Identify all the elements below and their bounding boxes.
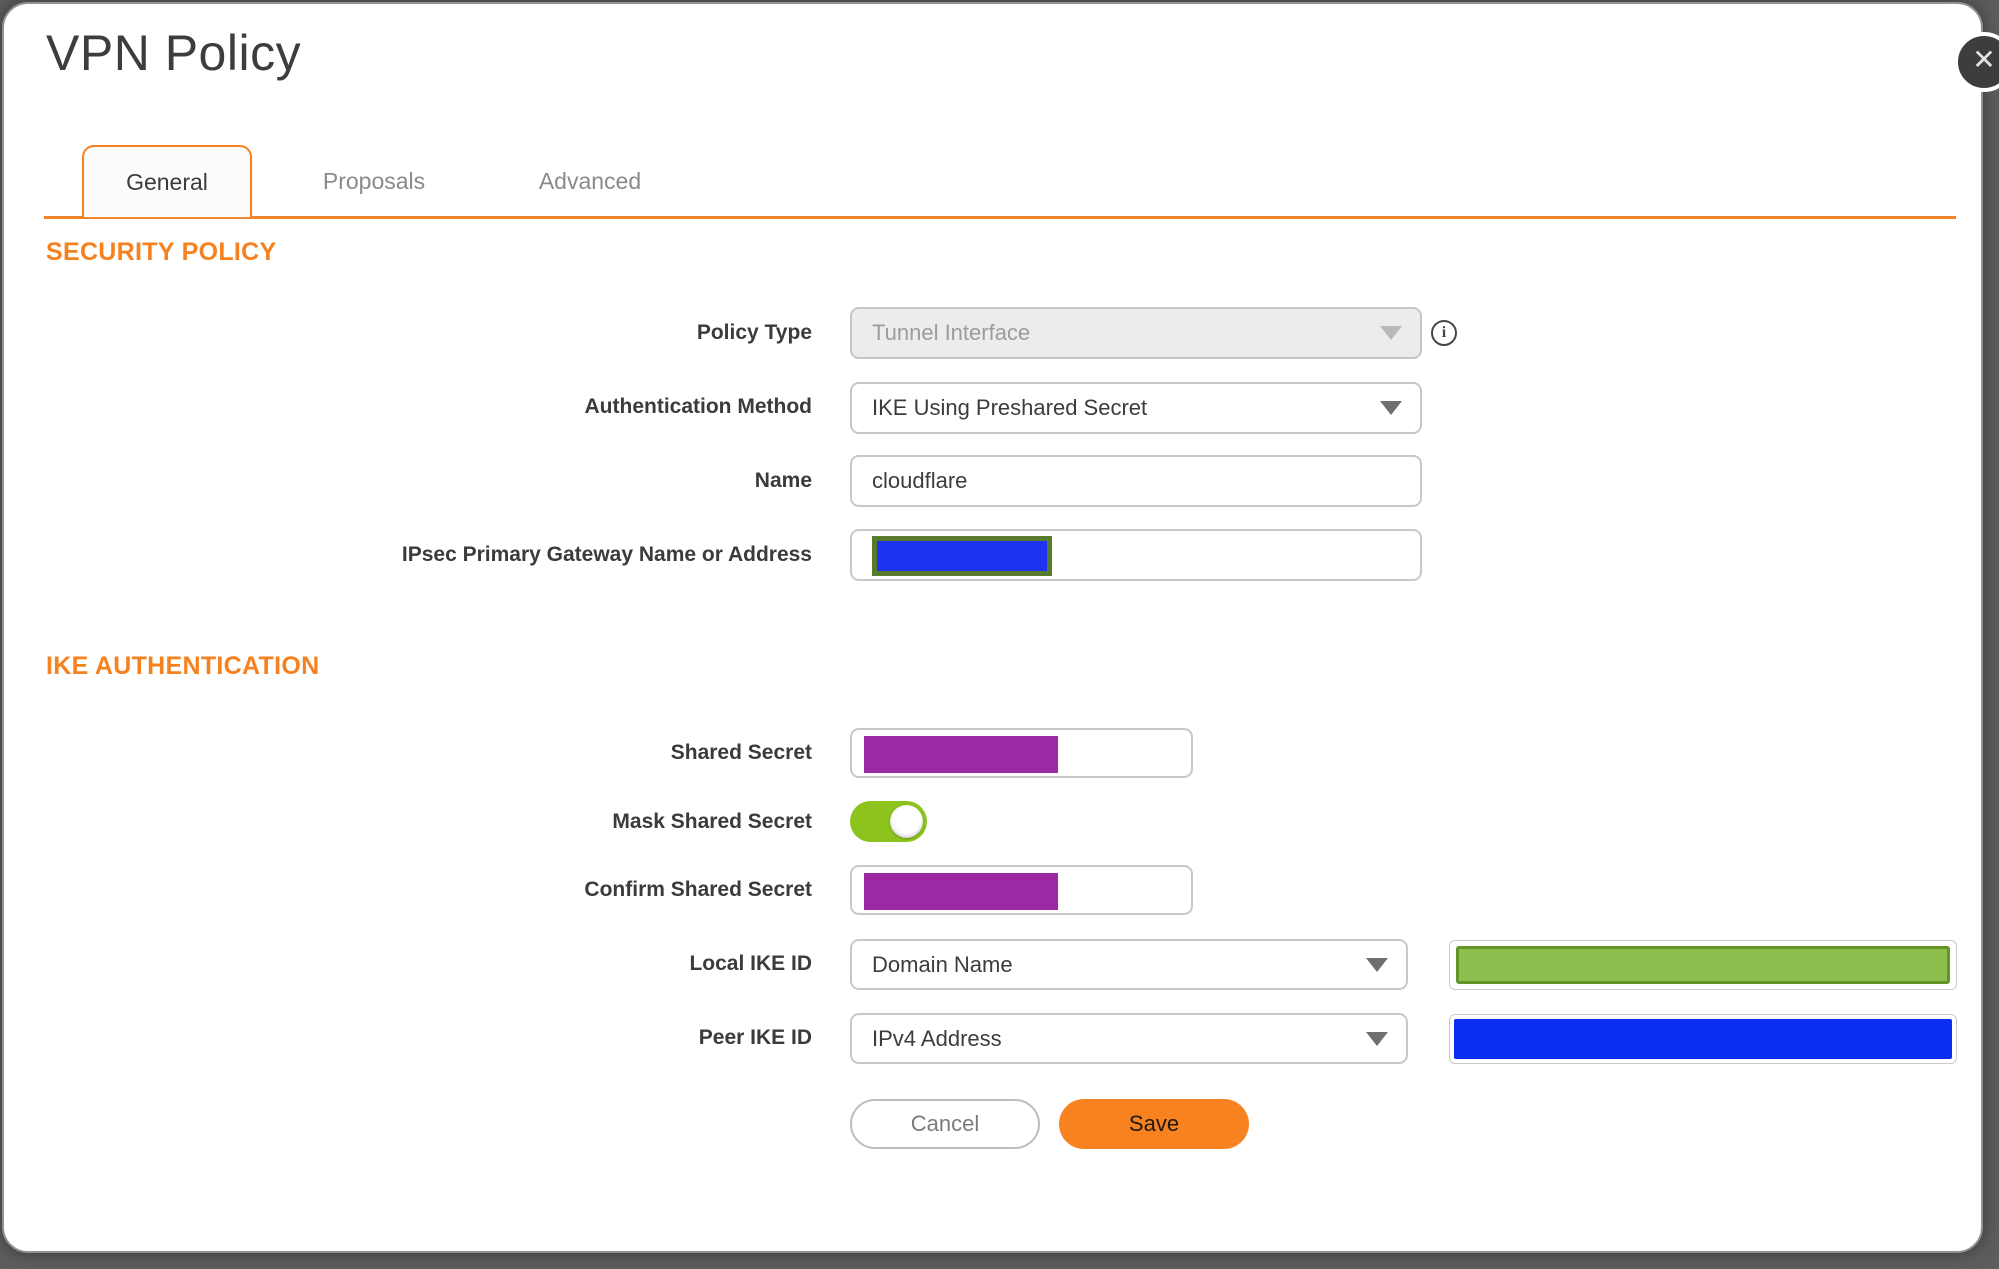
local-ike-id-value-field[interactable] [1449, 940, 1957, 990]
authentication-method-label: Authentication Method [584, 395, 812, 418]
authentication-method-select[interactable]: IKE Using Preshared Secret [850, 382, 1422, 434]
tab-proposals-label: Proposals [322, 167, 426, 194]
tab-advanced-label: Advanced [538, 167, 642, 194]
shared-secret-field[interactable] [850, 728, 1193, 778]
info-icon[interactable]: i [1431, 320, 1457, 346]
tab-advanced[interactable]: Advanced [520, 145, 660, 217]
name-value: cloudflare [872, 468, 968, 493]
local-ike-id-type-value: Domain Name [872, 951, 1013, 977]
confirm-shared-secret-field[interactable] [850, 865, 1193, 915]
gateway-label: IPsec Primary Gateway Name or Address [401, 543, 812, 566]
name-label: Name [754, 469, 812, 492]
policy-type-label: Policy Type [696, 321, 812, 344]
save-button-label: Save [1128, 1111, 1180, 1136]
chevron-down-icon [1366, 957, 1388, 972]
confirm-shared-secret-label: Confirm Shared Secret [584, 878, 812, 901]
mask-shared-secret-toggle[interactable] [850, 801, 927, 842]
peer-ike-id-redacted-value [1454, 1019, 1952, 1059]
chevron-down-icon [1380, 401, 1402, 415]
peer-ike-id-type-value: IPv4 Address [872, 1025, 1002, 1051]
vpn-policy-dialog: VPN Policy General Proposals Advanced SE… [2, 2, 1983, 1253]
save-button[interactable]: Save [1059, 1099, 1249, 1149]
peer-ike-id-value-field[interactable] [1449, 1014, 1957, 1064]
peer-ike-id-select[interactable]: IPv4 Address [850, 1013, 1408, 1064]
page-title: VPN Policy [46, 25, 302, 81]
cancel-button[interactable]: Cancel [850, 1099, 1040, 1149]
policy-type-value: Tunnel Interface [872, 320, 1031, 345]
local-ike-id-select[interactable]: Domain Name [850, 939, 1408, 990]
tab-general[interactable]: General [82, 145, 252, 217]
shared-secret-redacted-value [864, 736, 1058, 773]
tab-proposals[interactable]: Proposals [304, 145, 444, 217]
section-header-security-policy: SECURITY POLICY [46, 238, 277, 266]
chevron-down-icon [1366, 1031, 1388, 1046]
authentication-method-value: IKE Using Preshared Secret [872, 395, 1148, 420]
policy-type-select: Tunnel Interface [850, 307, 1422, 359]
toggle-knob [890, 805, 923, 838]
tab-general-label: General [126, 168, 208, 195]
gateway-field[interactable] [850, 529, 1422, 581]
local-ike-id-redacted-value [1456, 946, 1950, 984]
shared-secret-label: Shared Secret [670, 741, 812, 764]
gateway-redacted-value [872, 536, 1052, 576]
mask-shared-secret-label: Mask Shared Secret [612, 810, 812, 833]
section-header-ike-authentication: IKE AUTHENTICATION [46, 652, 320, 680]
local-ike-id-label: Local IKE ID [689, 952, 812, 975]
peer-ike-id-label: Peer IKE ID [698, 1026, 812, 1049]
confirm-shared-secret-redacted-value [864, 873, 1058, 910]
chevron-down-icon [1380, 326, 1402, 340]
name-field[interactable]: cloudflare [850, 455, 1422, 507]
cancel-button-label: Cancel [910, 1111, 980, 1136]
